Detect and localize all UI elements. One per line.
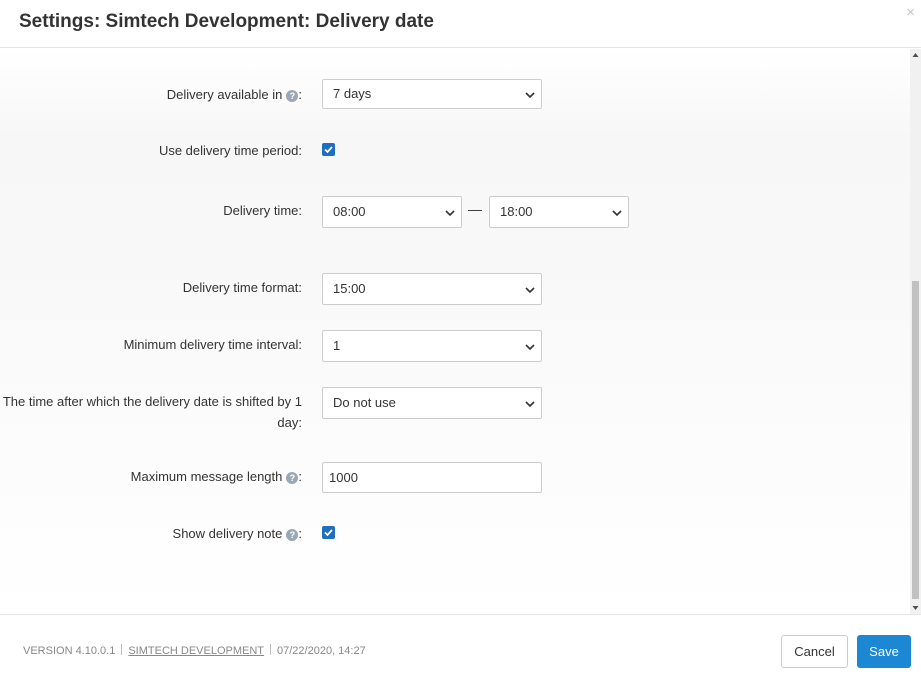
field-label: Delivery time format: [182, 280, 302, 295]
chevron-down-icon [525, 401, 535, 408]
field-label: Use delivery time period: [158, 143, 302, 158]
maximum-message-length-input[interactable]: 1000 [322, 462, 542, 493]
chevron-down-icon [445, 210, 455, 217]
field-label: Delivery time: [223, 203, 302, 218]
scrollbar-thumb[interactable] [912, 281, 919, 599]
scroll-up-arrow-icon[interactable] [910, 49, 921, 61]
delivery-time-from-select[interactable]: 08:00 [322, 196, 462, 228]
cancel-button[interactable]: Cancel [781, 635, 848, 668]
question-circle-icon[interactable]: ? [286, 529, 299, 541]
delivery-time-to-select[interactable]: 18:00 [489, 196, 629, 228]
version-info: VERSION 4.10.0.1 SIMTECH DEVELOPMENT 07/22… [23, 644, 366, 657]
time-range-separator: — [468, 201, 482, 217]
divider [270, 644, 272, 655]
close-icon[interactable]: × [906, 4, 915, 22]
version-date: 07/22/2020, 14:27 [277, 645, 366, 657]
chevron-down-icon [525, 344, 535, 351]
dialog-footer: VERSION 4.10.0.1 SIMTECH DEVELOPMENT 07/22… [0, 614, 921, 685]
field-label: The time after which the delivery date i… [2, 394, 302, 430]
use-delivery-time-period-checkbox[interactable] [322, 143, 335, 156]
dialog-body: Delivery available in?: 7 days Use deliv… [0, 49, 910, 614]
divider [121, 644, 123, 655]
question-circle-icon[interactable]: ? [286, 90, 299, 102]
scroll-down-arrow-icon[interactable] [910, 602, 921, 614]
chevron-down-icon [525, 287, 535, 294]
shift-time-select[interactable]: Do not use [322, 387, 542, 419]
save-button[interactable]: Save [857, 635, 911, 668]
chevron-down-icon [612, 210, 622, 217]
vendor-link[interactable]: SIMTECH DEVELOPMENT [128, 645, 264, 657]
question-circle-icon[interactable]: ? [286, 472, 299, 484]
delivery-time-format-select[interactable]: 15:00 [322, 273, 542, 305]
checkmark-icon [324, 146, 333, 154]
vertical-scrollbar[interactable] [910, 49, 921, 614]
version-text: VERSION 4.10.0.1 [23, 645, 116, 657]
dialog-header: Settings: Simtech Development: Delivery … [0, 0, 921, 48]
field-label: Minimum delivery time interval: [123, 337, 302, 352]
field-label: Show delivery note?: [172, 526, 302, 541]
field-label: Maximum message length?: [130, 469, 302, 484]
delivery-available-in-select[interactable]: 7 days [322, 79, 542, 109]
chevron-down-icon [525, 92, 535, 99]
show-delivery-note-checkbox[interactable] [322, 526, 335, 539]
minimum-delivery-time-interval-select[interactable]: 1 [322, 330, 542, 362]
settings-dialog: Settings: Simtech Development: Delivery … [0, 0, 921, 685]
checkmark-icon [324, 529, 333, 537]
field-label: Delivery available in?: [166, 87, 302, 102]
dialog-title: Settings: Simtech Development: Delivery … [19, 11, 434, 32]
